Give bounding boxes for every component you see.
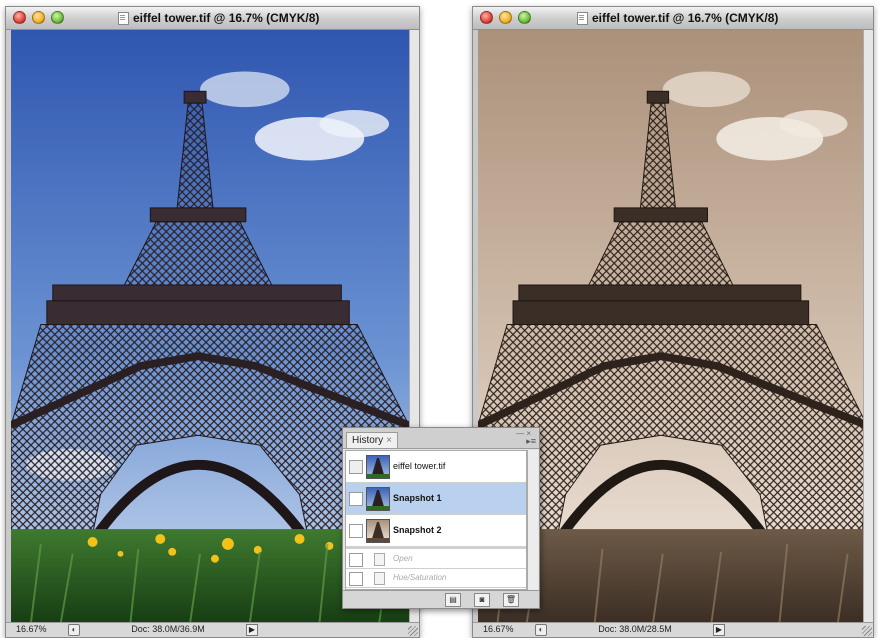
state-document-icon [374, 572, 385, 585]
status-bar: 16.67% ◐ Doc: 38.0M/28.5M ▶ [473, 622, 873, 637]
snapshot-thumbnail [366, 519, 390, 543]
history-source-checkbox[interactable] [349, 524, 363, 538]
panel-footer: ▤ ◙ 🗑 [343, 590, 539, 608]
divider [346, 547, 526, 549]
title-bar[interactable]: eiffel tower.tif @ 16.7% (CMYK/8) [6, 7, 419, 30]
zoom-level[interactable]: 16.67% [483, 624, 514, 634]
snapshot-thumbnail [366, 455, 390, 479]
tab-close-icon[interactable]: × [386, 435, 392, 446]
resize-grip-icon[interactable] [408, 626, 418, 636]
history-brush-icon[interactable] [349, 460, 363, 474]
title-bar[interactable]: eiffel tower.tif @ 16.7% (CMYK/8) [473, 7, 873, 30]
snapshot-label: Snapshot 1 [393, 493, 442, 503]
state-document-icon [374, 553, 385, 566]
document-size: Doc: 38.0M/36.9M [131, 624, 205, 634]
preview-icon[interactable]: ◐ [535, 624, 547, 636]
tab-history[interactable]: History × [346, 432, 398, 448]
new-document-icon[interactable]: ▤ [445, 593, 461, 607]
state-label: Hue/Saturation [393, 573, 447, 582]
camera-icon[interactable]: ◙ [474, 593, 490, 607]
document-icon [577, 12, 588, 25]
snapshot-label: eiffel tower.tif [393, 461, 446, 471]
snapshot-row-selected[interactable]: Snapshot 1 [346, 483, 526, 515]
window-title: eiffel tower.tif @ 16.7% (CMYK/8) [592, 11, 779, 25]
history-source-checkbox[interactable] [349, 492, 363, 506]
state-label: Open [393, 554, 413, 563]
history-source-checkbox[interactable] [349, 572, 363, 586]
close-button[interactable] [13, 11, 26, 24]
snapshot-label: Snapshot 2 [393, 525, 442, 535]
document-icon [118, 12, 129, 25]
close-button[interactable] [480, 11, 493, 24]
snapshot-row[interactable]: Snapshot 2 [346, 515, 526, 547]
vertical-scrollbar[interactable] [863, 30, 873, 623]
status-bar: 16.67% ◐ Doc: 38.0M/36.9M ▶ [6, 622, 419, 637]
status-menu-arrow-icon[interactable]: ▶ [246, 624, 258, 636]
history-list: eiffel tower.tif Snapshot 1 Snapshot 2 O… [345, 450, 527, 590]
preview-icon[interactable]: ◐ [68, 624, 80, 636]
trash-icon[interactable]: 🗑 [503, 593, 519, 607]
snapshot-row[interactable]: eiffel tower.tif [346, 451, 526, 483]
history-panel[interactable]: History × — × ▸≡ eiffel tower.tif Snapsho… [342, 427, 540, 609]
resize-grip-icon[interactable] [862, 626, 872, 636]
panel-header[interactable]: History × — × ▸≡ [343, 428, 539, 449]
tab-history-label: History [352, 435, 384, 446]
minimize-button[interactable] [499, 11, 512, 24]
window-title: eiffel tower.tif @ 16.7% (CMYK/8) [133, 11, 320, 25]
zoom-button[interactable] [51, 11, 64, 24]
document-size: Doc: 38.0M/28.5M [598, 624, 672, 634]
snapshot-thumbnail [366, 487, 390, 511]
history-state-row[interactable]: Hue/Saturation [346, 569, 526, 588]
zoom-level[interactable]: 16.67% [16, 624, 47, 634]
zoom-button[interactable] [518, 11, 531, 24]
panel-scrollbar[interactable] [527, 450, 538, 590]
panel-menu-icon[interactable]: ▸≡ [526, 436, 536, 447]
minimize-button[interactable] [32, 11, 45, 24]
status-menu-arrow-icon[interactable]: ▶ [713, 624, 725, 636]
history-source-checkbox[interactable] [349, 553, 363, 567]
history-state-row[interactable]: Open [346, 550, 526, 569]
